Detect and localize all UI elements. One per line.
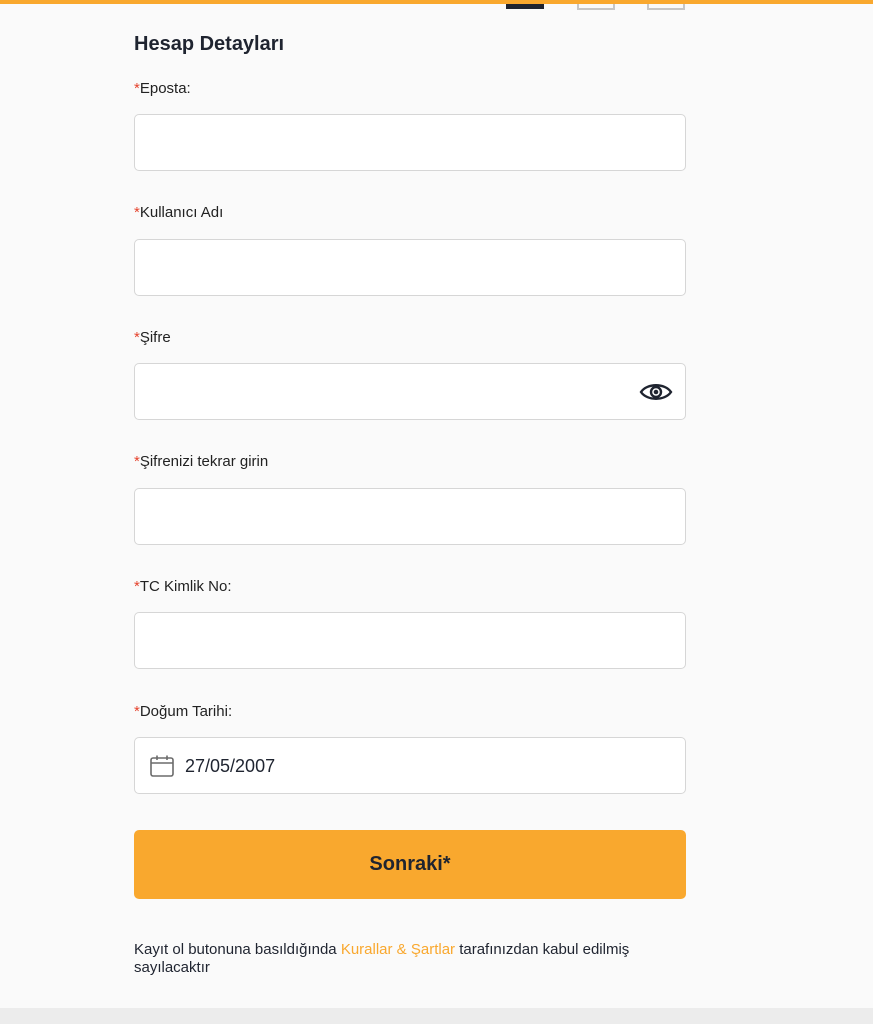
birth-date-value: 27/05/2007 [185,756,276,776]
terms-link[interactable]: Kurallar & Şartlar [341,941,455,958]
tc-id-label-text: TC Kimlik No: [139,578,232,595]
password-label-text: Şifre [139,329,171,346]
username-input[interactable] [135,240,685,295]
progress-step-3 [647,4,685,10]
password-confirm-label-text: Şifrenizi tekrar girin [139,453,269,470]
password-confirm-input[interactable] [135,489,685,544]
progress-step-1 [506,4,544,9]
password-input[interactable] [135,364,685,419]
password-label: *Şifre [134,329,171,346]
email-label-text: Eposta: [139,80,191,97]
birth-date-label-text: Doğum Tarihi: [139,703,233,720]
form-title: Hesap Detayları [134,33,285,55]
birth-date-field[interactable]: 27/05/2007 [134,737,686,794]
tc-id-field[interactable] [134,612,686,669]
tc-id-label: *TC Kimlik No: [134,578,232,595]
eye-icon[interactable] [639,381,673,403]
password-confirm-field[interactable] [134,488,686,545]
terms-text-before: Kayıt ol butonuna basıldığında [134,941,341,958]
email-label: *Eposta: [134,80,191,97]
username-label: *Kullanıcı Adı [134,204,223,221]
email-input[interactable] [135,115,685,170]
username-field[interactable] [134,239,686,296]
progress-step-2 [577,4,615,10]
tc-id-input[interactable] [135,613,685,668]
footer-band [0,1008,873,1024]
birth-date-label: *Doğum Tarihi: [134,703,232,720]
password-field[interactable] [134,363,686,420]
top-accent-bar [0,0,873,4]
password-confirm-label: *Şifrenizi tekrar girin [134,453,268,470]
email-field[interactable] [134,114,686,171]
username-label-text: Kullanıcı Adı [139,204,224,221]
next-button[interactable]: Sonraki* [134,830,686,899]
terms-notice: Kayıt ol butonuna basıldığında Kurallar … [134,941,694,977]
calendar-icon [149,755,175,777]
